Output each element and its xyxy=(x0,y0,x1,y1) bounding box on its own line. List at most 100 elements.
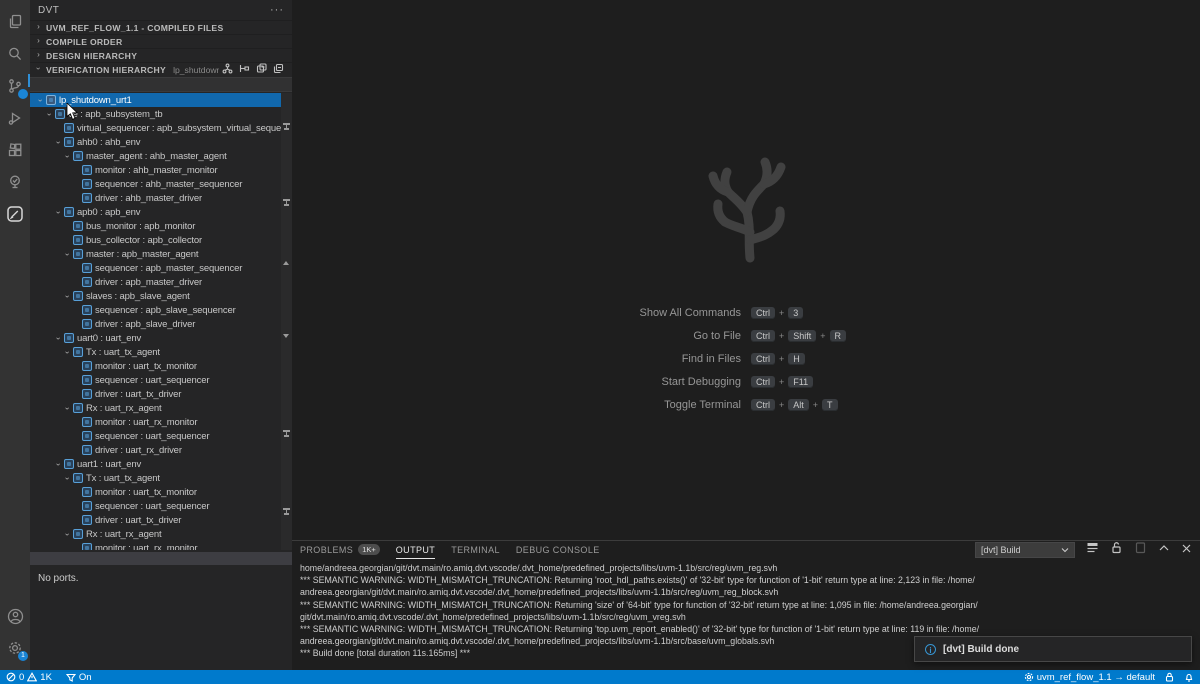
gutter-marker-up xyxy=(283,261,289,265)
tree-row[interactable]: driver : uart_tx_driver xyxy=(30,387,292,401)
problems-count-badge: 1K+ xyxy=(358,544,380,555)
filter-status[interactable]: On xyxy=(66,672,92,683)
tree-row[interactable]: ›master_agent : ahb_master_agent xyxy=(30,149,292,163)
tree-row[interactable]: monitor : uart_rx_monitor xyxy=(30,415,292,429)
plus-separator: + xyxy=(820,331,825,341)
section-toolbar xyxy=(222,61,288,79)
more-actions-icon[interactable]: ··· xyxy=(270,4,284,16)
source-control-icon[interactable] xyxy=(0,70,30,102)
tree-row[interactable]: sequencer : apb_master_sequencer xyxy=(30,261,292,275)
settings-gear-icon[interactable]: 1 xyxy=(0,632,30,664)
section-label: VERIFICATION HIERARCHY xyxy=(46,65,166,75)
hierarchy-icon[interactable] xyxy=(222,61,233,79)
project-status[interactable]: uvm_ref_flow_1.1 → default xyxy=(1024,672,1155,683)
uvm-component-icon xyxy=(82,389,92,399)
problems-status[interactable]: 0 1K xyxy=(6,672,52,683)
tree-row[interactable]: ›Rx : uart_rx_agent xyxy=(30,527,292,541)
section-verification-hierarchy[interactable]: › VERIFICATION HIERARCHY lp_shutdown_urt… xyxy=(30,62,292,76)
sidebar-title: DVT xyxy=(38,5,270,16)
tree-item-label: monitor : uart_rx_monitor xyxy=(95,417,197,428)
key-chip: Ctrl xyxy=(751,330,775,342)
open-output-in-editor-icon[interactable] xyxy=(1134,541,1147,559)
collapse-all-icon[interactable] xyxy=(273,61,284,79)
section-label: UVM_REF_FLOW_1.1 - COMPILED FILES xyxy=(46,23,224,33)
account-icon[interactable] xyxy=(0,600,30,632)
tree-row[interactable]: ›Rx : uart_rx_agent xyxy=(30,401,292,415)
run-debug-icon[interactable] xyxy=(0,102,30,134)
tab-problems[interactable]: PROBLEMS1K+ xyxy=(300,541,380,559)
tree-row[interactable]: sequencer : uart_sequencer xyxy=(30,429,292,443)
tree-row[interactable]: bus_collector : apb_collector xyxy=(30,233,292,247)
extensions-icon[interactable] xyxy=(0,134,30,166)
uvm-component-icon xyxy=(82,179,92,189)
lock-status[interactable] xyxy=(1165,672,1174,682)
uvm-component-icon xyxy=(82,543,92,550)
link-icon[interactable] xyxy=(239,61,250,79)
clear-output-icon[interactable] xyxy=(1086,541,1099,559)
dvt-tool-icon[interactable] xyxy=(0,198,30,230)
plus-separator: + xyxy=(779,354,784,364)
tree-row[interactable]: monitor : uart_tx_monitor xyxy=(30,485,292,499)
tree-row[interactable]: virtual_sequencer : apb_subsystem_virtua… xyxy=(30,121,292,135)
uvm-component-icon xyxy=(64,459,74,469)
tree-item-label: monitor : uart_tx_monitor xyxy=(95,487,197,498)
tree-row[interactable]: monitor : ahb_master_monitor xyxy=(30,163,292,177)
tree-row[interactable]: ›ve : apb_subsystem_tb xyxy=(30,107,292,121)
tab-debug-console[interactable]: DEBUG CONSOLE xyxy=(516,541,600,559)
testing-icon[interactable] xyxy=(0,166,30,198)
chevron-right-icon: › xyxy=(34,22,43,31)
chevron-down-icon: › xyxy=(63,348,72,357)
tree-scrollbar-gutter[interactable] xyxy=(281,93,292,550)
output-channel-select[interactable]: [dvt] Build xyxy=(975,542,1075,558)
tree-row[interactable]: ›lp_shutdown_urt1 xyxy=(30,93,292,107)
tab-terminal[interactable]: TERMINAL xyxy=(451,541,500,559)
unlock-icon[interactable] xyxy=(1110,541,1123,559)
sidebar-section-0[interactable]: ›UVM_REF_FLOW_1.1 - COMPILED FILES xyxy=(30,20,292,34)
tree-row[interactable]: ›master : apb_master_agent xyxy=(30,247,292,261)
uvm-component-icon xyxy=(73,473,83,483)
key-chip: Ctrl xyxy=(751,399,775,411)
feedback-status[interactable] xyxy=(1184,672,1194,682)
tree-row[interactable]: ›uart0 : uart_env xyxy=(30,331,292,345)
tree-row[interactable]: driver : apb_slave_driver xyxy=(30,317,292,331)
tree-row[interactable]: ›slaves : apb_slave_agent xyxy=(30,289,292,303)
tree-row[interactable]: ›Tx : uart_tx_agent xyxy=(30,471,292,485)
tree-filter-box[interactable] xyxy=(30,77,292,92)
tree-item-label: driver : apb_slave_driver xyxy=(95,319,195,330)
shortcut-row: Show All CommandsCtrl+3 xyxy=(292,306,1200,320)
tree-row[interactable]: monitor : uart_rx_monitor xyxy=(30,541,292,550)
explorer-icon[interactable] xyxy=(0,6,30,38)
sidebar-section-1[interactable]: ›COMPILE ORDER xyxy=(30,34,292,48)
section-label: COMPILE ORDER xyxy=(46,37,122,47)
tree-row[interactable]: driver : uart_tx_driver xyxy=(30,513,292,527)
tree-row[interactable]: ›Tx : uart_tx_agent xyxy=(30,345,292,359)
tab-output[interactable]: OUTPUT xyxy=(396,541,435,559)
close-panel-icon[interactable] xyxy=(1181,541,1192,559)
tree-row[interactable]: monitor : uart_tx_monitor xyxy=(30,359,292,373)
tree-row[interactable]: driver : apb_master_driver xyxy=(30,275,292,289)
maximize-panel-icon[interactable] xyxy=(1158,541,1170,559)
tree-row[interactable]: bus_monitor : apb_monitor xyxy=(30,219,292,233)
chevron-down-icon: › xyxy=(54,460,63,469)
diagram-icon[interactable] xyxy=(256,61,267,79)
tree-row[interactable]: sequencer : uart_sequencer xyxy=(30,373,292,387)
ports-section-header[interactable] xyxy=(30,552,292,565)
key-chip: F11 xyxy=(788,376,813,388)
tree-row[interactable]: ›uart1 : uart_env xyxy=(30,457,292,471)
plus-separator: + xyxy=(779,308,784,318)
tree-item-label: slaves : apb_slave_agent xyxy=(86,291,190,302)
uvm-component-icon xyxy=(82,263,92,273)
tree-row[interactable]: driver : uart_rx_driver xyxy=(30,443,292,457)
dvt-vscode-window: 1 DVT ··· ›UVM_REF_FLOW_1.1 - COMPILED F… xyxy=(0,0,1200,684)
tree-row[interactable]: sequencer : uart_sequencer xyxy=(30,499,292,513)
build-done-notification[interactable]: i [dvt] Build done xyxy=(914,636,1192,662)
tree-item-label: bus_monitor : apb_monitor xyxy=(86,221,195,232)
tree-row[interactable]: ›ahb0 : ahb_env xyxy=(30,135,292,149)
key-chip: Alt xyxy=(788,399,809,411)
tree-row[interactable]: ›apb0 : apb_env xyxy=(30,205,292,219)
tree-row[interactable]: driver : ahb_master_driver xyxy=(30,191,292,205)
search-icon[interactable] xyxy=(0,38,30,70)
tree-row[interactable]: sequencer : apb_slave_sequencer xyxy=(30,303,292,317)
tree-row[interactable]: sequencer : ahb_master_sequencer xyxy=(30,177,292,191)
output-line: *** SEMANTIC WARNING: WIDTH_MISMATCH_TRU… xyxy=(300,623,1200,635)
